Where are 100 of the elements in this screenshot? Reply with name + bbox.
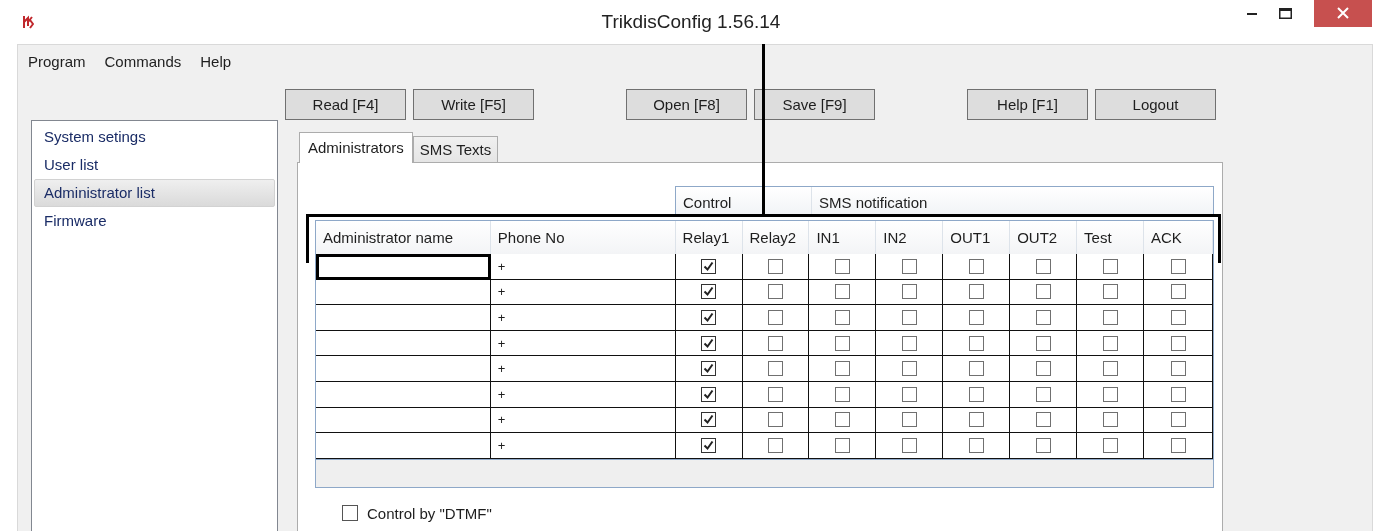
name-cell[interactable] xyxy=(316,254,491,280)
checkbox[interactable] xyxy=(834,258,850,274)
checkbox[interactable] xyxy=(1170,412,1186,428)
toolbar-button[interactable]: Help [F1] xyxy=(967,89,1088,120)
checkbox[interactable] xyxy=(1102,335,1118,351)
toolbar-button[interactable]: Open [F8] xyxy=(626,89,747,120)
toolbar-button[interactable]: Logout xyxy=(1095,89,1216,120)
phone-cell[interactable]: + xyxy=(497,284,506,300)
checkbox[interactable] xyxy=(1035,310,1051,325)
checkbox[interactable] xyxy=(767,361,783,377)
column-header[interactable]: Administrator name xyxy=(316,221,491,254)
phone-cell[interactable]: + xyxy=(497,335,506,351)
checkbox[interactable] xyxy=(834,412,850,428)
checkbox[interactable] xyxy=(901,386,917,402)
checkbox[interactable] xyxy=(968,310,984,325)
checked-checkbox[interactable] xyxy=(701,437,717,453)
checkbox[interactable] xyxy=(767,412,783,428)
toolbar-button[interactable]: Read [F4] xyxy=(285,89,406,120)
name-cell[interactable] xyxy=(316,279,491,306)
column-header[interactable]: ACK xyxy=(1144,221,1213,254)
checkbox[interactable] xyxy=(1170,386,1186,402)
checkbox[interactable] xyxy=(901,412,917,428)
checkbox[interactable] xyxy=(1035,258,1051,274)
checkbox[interactable] xyxy=(834,361,850,377)
checkbox[interactable] xyxy=(1170,361,1186,377)
toolbar-button[interactable]: Save [F9] xyxy=(754,89,875,120)
checkbox[interactable] xyxy=(1035,412,1051,428)
checked-checkbox[interactable] xyxy=(701,310,717,325)
checkbox-label[interactable]: Control by "DTMF" xyxy=(367,504,492,522)
checkbox[interactable] xyxy=(1170,284,1186,300)
checkbox[interactable] xyxy=(1035,437,1051,453)
minimize-icon[interactable] xyxy=(1247,11,1257,15)
sidebar-item[interactable]: System setings xyxy=(34,123,275,151)
checkbox[interactable] xyxy=(767,386,783,402)
checkbox[interactable] xyxy=(834,437,850,453)
checkbox[interactable] xyxy=(1102,310,1118,325)
column-header[interactable]: Relay1 xyxy=(675,221,743,254)
checkbox[interactable] xyxy=(1102,437,1118,453)
sidebar-item[interactable]: Administrator list xyxy=(34,179,275,207)
checkbox[interactable] xyxy=(1170,335,1186,351)
checkbox[interactable] xyxy=(968,412,984,428)
checked-checkbox[interactable] xyxy=(701,284,717,300)
phone-cell[interactable]: + xyxy=(497,361,506,377)
name-cell[interactable] xyxy=(316,407,491,434)
checkbox[interactable] xyxy=(901,335,917,351)
checkbox[interactable] xyxy=(968,284,984,300)
name-cell[interactable] xyxy=(316,356,491,382)
checkbox[interactable] xyxy=(901,310,917,325)
checkbox[interactable] xyxy=(968,335,984,351)
name-cell[interactable] xyxy=(316,381,491,408)
checkbox[interactable] xyxy=(1170,437,1186,453)
checkbox[interactable] xyxy=(1170,310,1186,325)
checkbox[interactable] xyxy=(1170,258,1186,274)
maximize-icon[interactable] xyxy=(1279,7,1292,19)
checkbox[interactable] xyxy=(342,505,358,522)
checked-checkbox[interactable] xyxy=(701,258,717,274)
phone-cell[interactable]: + xyxy=(497,412,506,428)
name-cell[interactable] xyxy=(316,305,491,331)
checkbox[interactable] xyxy=(901,437,917,453)
name-cell[interactable] xyxy=(316,433,491,459)
phone-cell[interactable]: + xyxy=(497,437,506,453)
sidebar-item[interactable]: Firmware xyxy=(34,207,275,235)
checkbox[interactable] xyxy=(1102,386,1118,402)
checkbox[interactable] xyxy=(767,335,783,351)
phone-cell[interactable]: + xyxy=(497,310,506,325)
checkbox[interactable] xyxy=(1102,412,1118,428)
checkbox[interactable] xyxy=(1035,361,1051,377)
menu-item[interactable]: Program xyxy=(28,52,86,70)
close-button[interactable] xyxy=(1314,0,1372,27)
checkbox[interactable] xyxy=(834,335,850,351)
checked-checkbox[interactable] xyxy=(701,335,717,351)
phone-cell[interactable]: + xyxy=(497,258,506,274)
checkbox[interactable] xyxy=(968,386,984,402)
checkbox[interactable] xyxy=(901,284,917,300)
checkbox[interactable] xyxy=(1035,284,1051,300)
sidebar-item[interactable]: User list xyxy=(34,151,275,179)
checkbox[interactable] xyxy=(1035,335,1051,351)
column-header[interactable]: Test xyxy=(1077,221,1145,254)
checked-checkbox[interactable] xyxy=(701,412,717,428)
checkbox[interactable] xyxy=(901,258,917,274)
checkbox[interactable] xyxy=(1035,386,1051,402)
phone-cell[interactable]: + xyxy=(497,386,506,402)
checkbox[interactable] xyxy=(767,310,783,325)
menu-item[interactable]: Help xyxy=(200,52,232,70)
name-cell[interactable] xyxy=(316,330,491,357)
checkbox[interactable] xyxy=(768,258,783,274)
checkbox[interactable] xyxy=(767,437,783,453)
column-header[interactable]: Phone No xyxy=(490,221,676,254)
column-header[interactable]: IN2 xyxy=(876,221,944,254)
tab[interactable]: SMS Texts xyxy=(412,136,499,162)
column-header[interactable]: OUT1 xyxy=(943,221,1011,254)
checkbox[interactable] xyxy=(1102,284,1118,300)
checkbox[interactable] xyxy=(1102,361,1118,377)
tab[interactable]: Administrators xyxy=(299,132,413,163)
toolbar-button[interactable]: Write [F5] xyxy=(413,89,534,120)
checkbox[interactable] xyxy=(767,284,783,300)
checkbox[interactable] xyxy=(968,361,984,377)
checked-checkbox[interactable] xyxy=(701,361,717,377)
column-header[interactable]: Relay2 xyxy=(742,221,810,254)
checkbox[interactable] xyxy=(968,437,984,453)
